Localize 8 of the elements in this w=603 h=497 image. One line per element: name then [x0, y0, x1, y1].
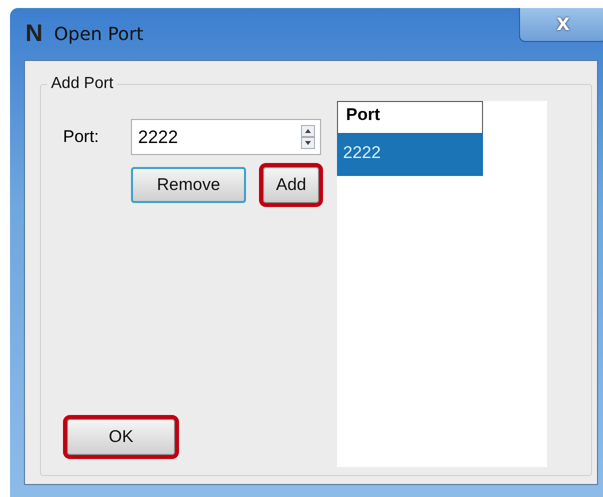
app-logo-icon: N	[22, 20, 46, 48]
window-title: Open Port	[54, 24, 144, 44]
group-title: Add Port	[50, 75, 114, 93]
remove-button[interactable]: Remove	[131, 167, 246, 203]
list-row[interactable]: 2222	[337, 134, 483, 176]
port-input-field[interactable]: 2222	[131, 119, 321, 155]
column-header[interactable]: Port	[337, 101, 483, 134]
port-label: Port:	[63, 127, 100, 147]
